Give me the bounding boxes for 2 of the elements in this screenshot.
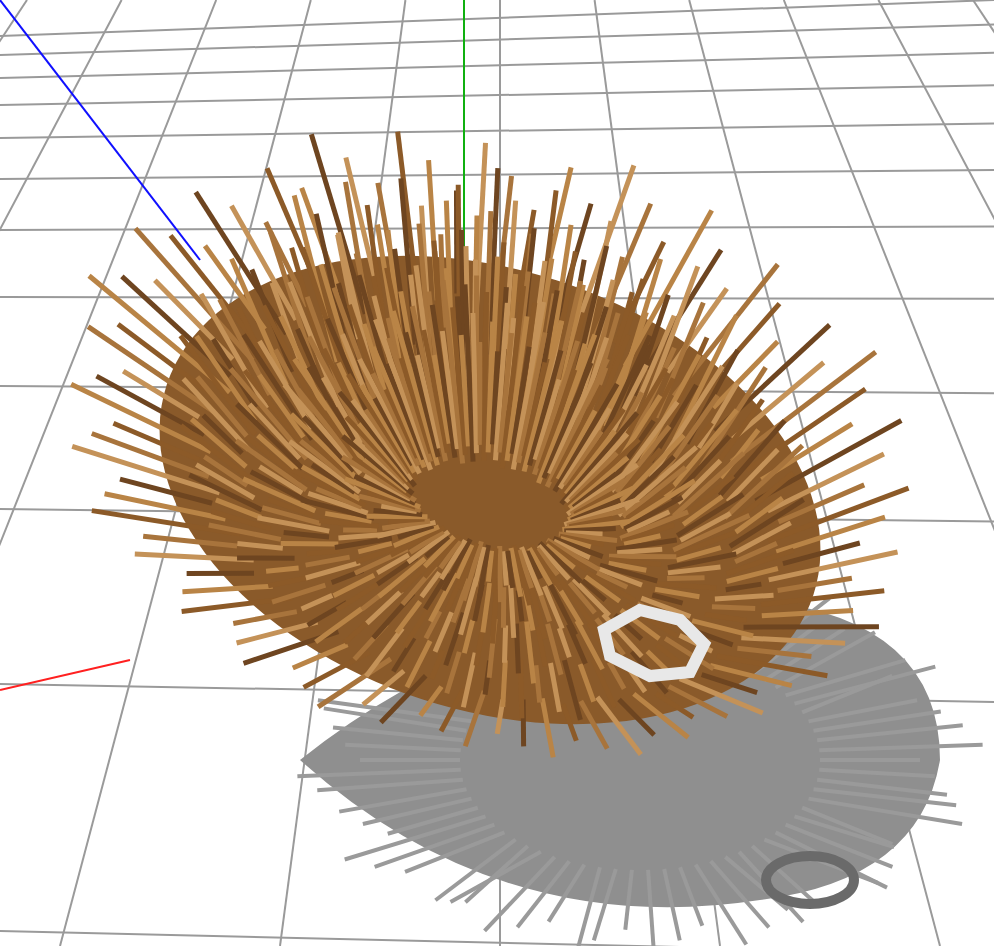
x-axis-line: [0, 659, 131, 691]
ring-drawing: [597, 603, 712, 683]
